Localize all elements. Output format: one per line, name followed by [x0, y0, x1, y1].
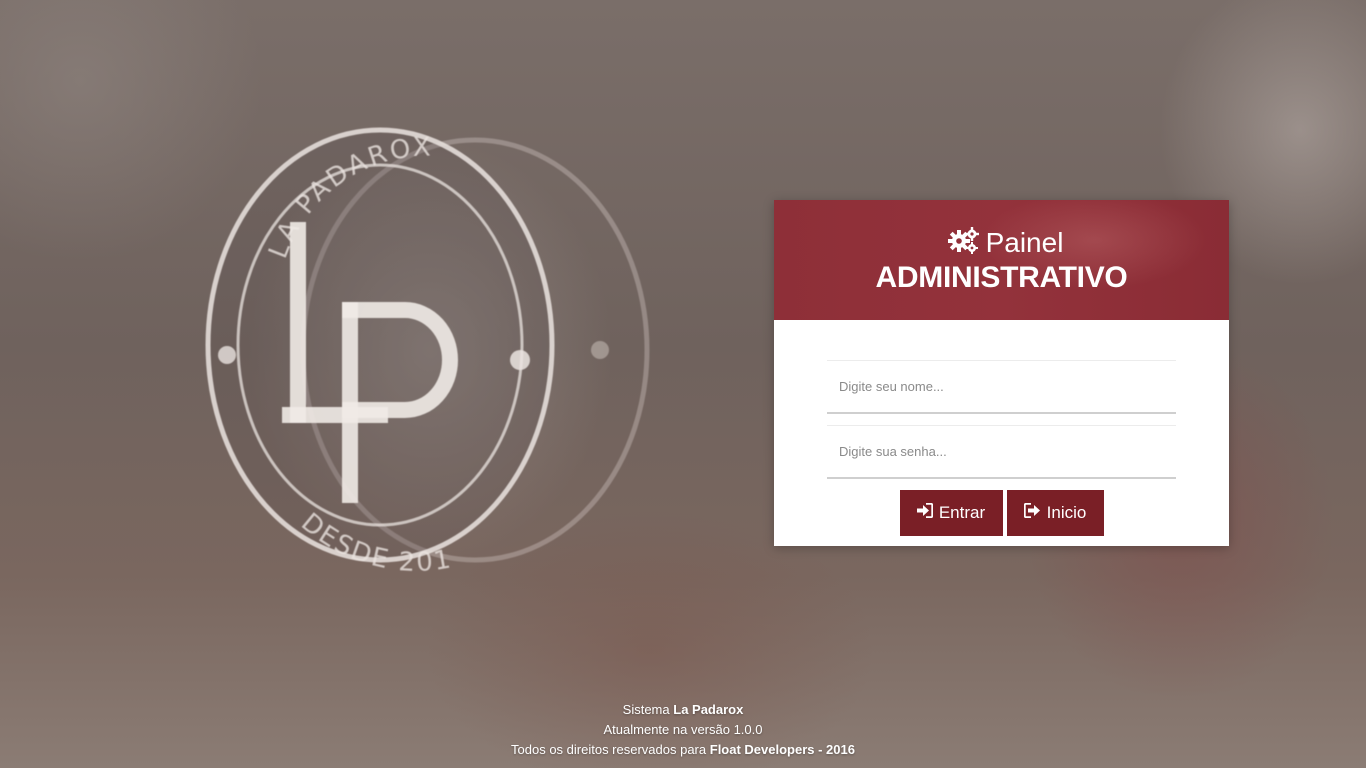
panel-title-line1: Painel	[985, 227, 1064, 258]
panel-header: Painel ADMINISTRATIVO	[774, 200, 1229, 320]
login-button[interactable]: Entrar	[899, 490, 1003, 536]
footer-line3: Todos os direitos reservados para Float …	[0, 740, 1366, 760]
form-buttons: Entrar Inicio	[827, 490, 1176, 536]
footer-system-name: La Padarox	[673, 702, 744, 717]
login-form: Entrar Inicio	[774, 320, 1229, 536]
home-button-label: Inicio	[1046, 503, 1087, 522]
background-logo: LA PADAROX DESDE 2015	[181, 62, 670, 615]
sign-out-icon	[1023, 502, 1041, 523]
gears-icon	[947, 226, 980, 260]
home-button[interactable]: Inicio	[1006, 490, 1104, 536]
footer-version: Atualmente na versão 1.0.0	[603, 722, 763, 737]
footer-rights-label: Todos os direitos reservados para	[511, 742, 707, 757]
footer: Sistema La Padarox Atualmente na versão …	[0, 700, 1366, 760]
panel-title-line2: ADMINISTRATIVO	[875, 261, 1128, 294]
login-button-label: Entrar	[938, 503, 986, 522]
password-input[interactable]	[827, 425, 1176, 479]
footer-system-label: Sistema	[622, 702, 670, 717]
sign-in-icon	[916, 502, 933, 523]
footer-line1: Sistema La Padarox	[0, 700, 1366, 720]
panel-title: Painel	[782, 226, 1229, 260]
username-input[interactable]	[827, 360, 1176, 414]
footer-owner: Float Developers - 2016	[709, 742, 855, 757]
login-panel: Painel ADMINISTRATIVO Entrar	[774, 200, 1229, 546]
